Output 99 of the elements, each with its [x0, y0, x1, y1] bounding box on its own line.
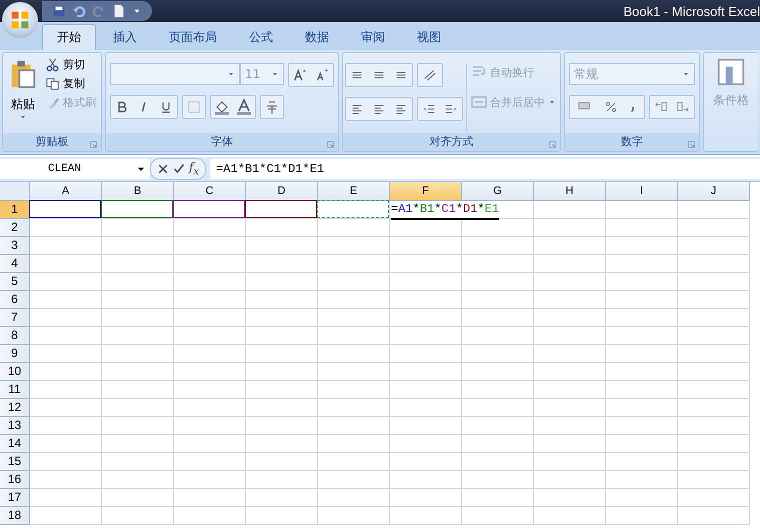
row-header[interactable]: 16: [0, 471, 30, 489]
number-style-buttons[interactable]: [569, 95, 645, 119]
sheet-cell[interactable]: =A1*B1*C1*D1*E1: [390, 201, 534, 219]
text-angle-icon: [423, 68, 437, 82]
group-label: 字体: [211, 135, 233, 148]
copy-icon: [46, 76, 60, 90]
align-lines-icon: [372, 102, 386, 116]
clipboard-button[interactable]: 复制: [44, 75, 98, 92]
increase-decimal-icon: [654, 100, 668, 114]
font-size-value: 11: [245, 67, 260, 81]
column-header[interactable]: D: [246, 182, 318, 201]
row-header[interactable]: 4: [0, 255, 30, 273]
font-name-field[interactable]: [110, 63, 240, 85]
column-header[interactable]: E: [318, 182, 390, 201]
cancel-icon: [157, 163, 169, 175]
row-header[interactable]: 17: [0, 489, 30, 507]
ribbon-tab[interactable]: 公式: [234, 24, 288, 50]
redo-icon: [92, 4, 106, 18]
row-header[interactable]: 5: [0, 273, 30, 291]
row-header[interactable]: 15: [0, 453, 30, 471]
indent-icon: [422, 102, 436, 116]
phonetic-guide-icon: [264, 99, 280, 115]
font-style-buttons[interactable]: [110, 95, 178, 119]
row-header[interactable]: 1: [0, 201, 30, 219]
font-size-buttons[interactable]: [288, 63, 334, 87]
column-header[interactable]: A: [30, 182, 102, 201]
percent-icon: [605, 101, 617, 113]
cell-formula-editor[interactable]: =A1*B1*C1*D1*E1: [391, 201, 500, 220]
row-header[interactable]: 12: [0, 399, 30, 417]
office-logo-icon: [9, 9, 31, 31]
dialog-launcher-icon: [548, 140, 557, 149]
merge-cells-icon: [471, 94, 487, 110]
name-box[interactable]: CLEAN: [0, 159, 150, 179]
decrease-decimal-icon: [676, 100, 690, 114]
check-icon: [173, 163, 185, 175]
horizontal-align-buttons[interactable]: [345, 97, 413, 121]
decimal-buttons[interactable]: [649, 95, 695, 119]
indent-icon: [444, 102, 458, 116]
column-header[interactable]: J: [678, 182, 750, 201]
color-buttons[interactable]: [210, 95, 256, 119]
row-header[interactable]: 18: [0, 507, 30, 525]
row-header[interactable]: 9: [0, 345, 30, 363]
group-label: 对齐方式: [430, 135, 474, 148]
table-grid-icon: [717, 58, 745, 86]
scissors-icon: [46, 58, 60, 72]
dialog-launcher-icon: [89, 140, 98, 149]
new-document-icon: [112, 4, 126, 18]
ribbon-tab[interactable]: 页面布局: [154, 24, 232, 50]
shrink-font-icon: [315, 68, 329, 82]
dropdown-arrow-icon: [227, 70, 235, 78]
row-header[interactable]: 10: [0, 363, 30, 381]
column-header[interactable]: H: [534, 182, 606, 201]
insert-function-button[interactable]: f$_{x}$: [189, 160, 200, 178]
dropdown-arrow-icon: [271, 70, 279, 78]
undo-icon: [72, 4, 86, 18]
ribbon-tab[interactable]: 插入: [98, 24, 152, 50]
row-header[interactable]: 8: [0, 327, 30, 345]
align-lines-icon: [350, 102, 364, 116]
underline-icon: [160, 101, 172, 113]
select-all-button[interactable]: [0, 182, 30, 201]
paste-button[interactable]: 粘贴: [6, 56, 40, 130]
window-title: Book1 - Microsoft Excel: [623, 4, 760, 18]
number-format-value: 常规: [574, 66, 598, 82]
ribbon-tab[interactable]: 数据: [290, 24, 344, 50]
dropdown-arrow-icon: [548, 98, 556, 106]
fill-bucket-icon: [214, 99, 230, 115]
font-color-icon: [236, 99, 252, 115]
column-header[interactable]: F: [390, 182, 462, 201]
formula-field[interactable]: =A1*B1*C1*D1*E1: [210, 159, 760, 179]
vertical-align-buttons[interactable]: [345, 63, 413, 87]
row-header[interactable]: 13: [0, 417, 30, 435]
ribbon-tab[interactable]: 开始: [42, 24, 96, 50]
column-header[interactable]: C: [174, 182, 246, 201]
row-header[interactable]: 3: [0, 237, 30, 255]
row-header[interactable]: 2: [0, 219, 30, 237]
dialog-launcher-icon: [687, 140, 696, 149]
column-header[interactable]: B: [102, 182, 174, 201]
bold-icon: [116, 101, 128, 113]
border-icon: [187, 100, 201, 114]
row-header[interactable]: 7: [0, 309, 30, 327]
dropdown-arrow-icon: [682, 70, 690, 78]
grow-font-icon: [293, 68, 307, 82]
column-header[interactable]: I: [606, 182, 678, 201]
clipboard-button[interactable]: 剪切: [44, 56, 98, 73]
row-header[interactable]: 6: [0, 291, 30, 309]
ribbon-tab[interactable]: 视图: [402, 24, 456, 50]
office-button[interactable]: [2, 2, 38, 38]
row-header[interactable]: 14: [0, 435, 30, 453]
align-lines-icon: [394, 102, 408, 116]
column-header[interactable]: G: [462, 182, 534, 201]
indent-buttons[interactable]: [417, 97, 463, 121]
group-label: 数字: [621, 135, 643, 148]
group-label: 剪贴板: [36, 135, 68, 148]
ribbon-tab[interactable]: 审阅: [346, 24, 400, 50]
save-icon: [52, 4, 66, 18]
row-header[interactable]: 11: [0, 381, 30, 399]
dropdown-arrow-icon: [19, 113, 27, 121]
dialog-launcher-icon: [326, 140, 335, 149]
brush-icon: [46, 96, 60, 110]
